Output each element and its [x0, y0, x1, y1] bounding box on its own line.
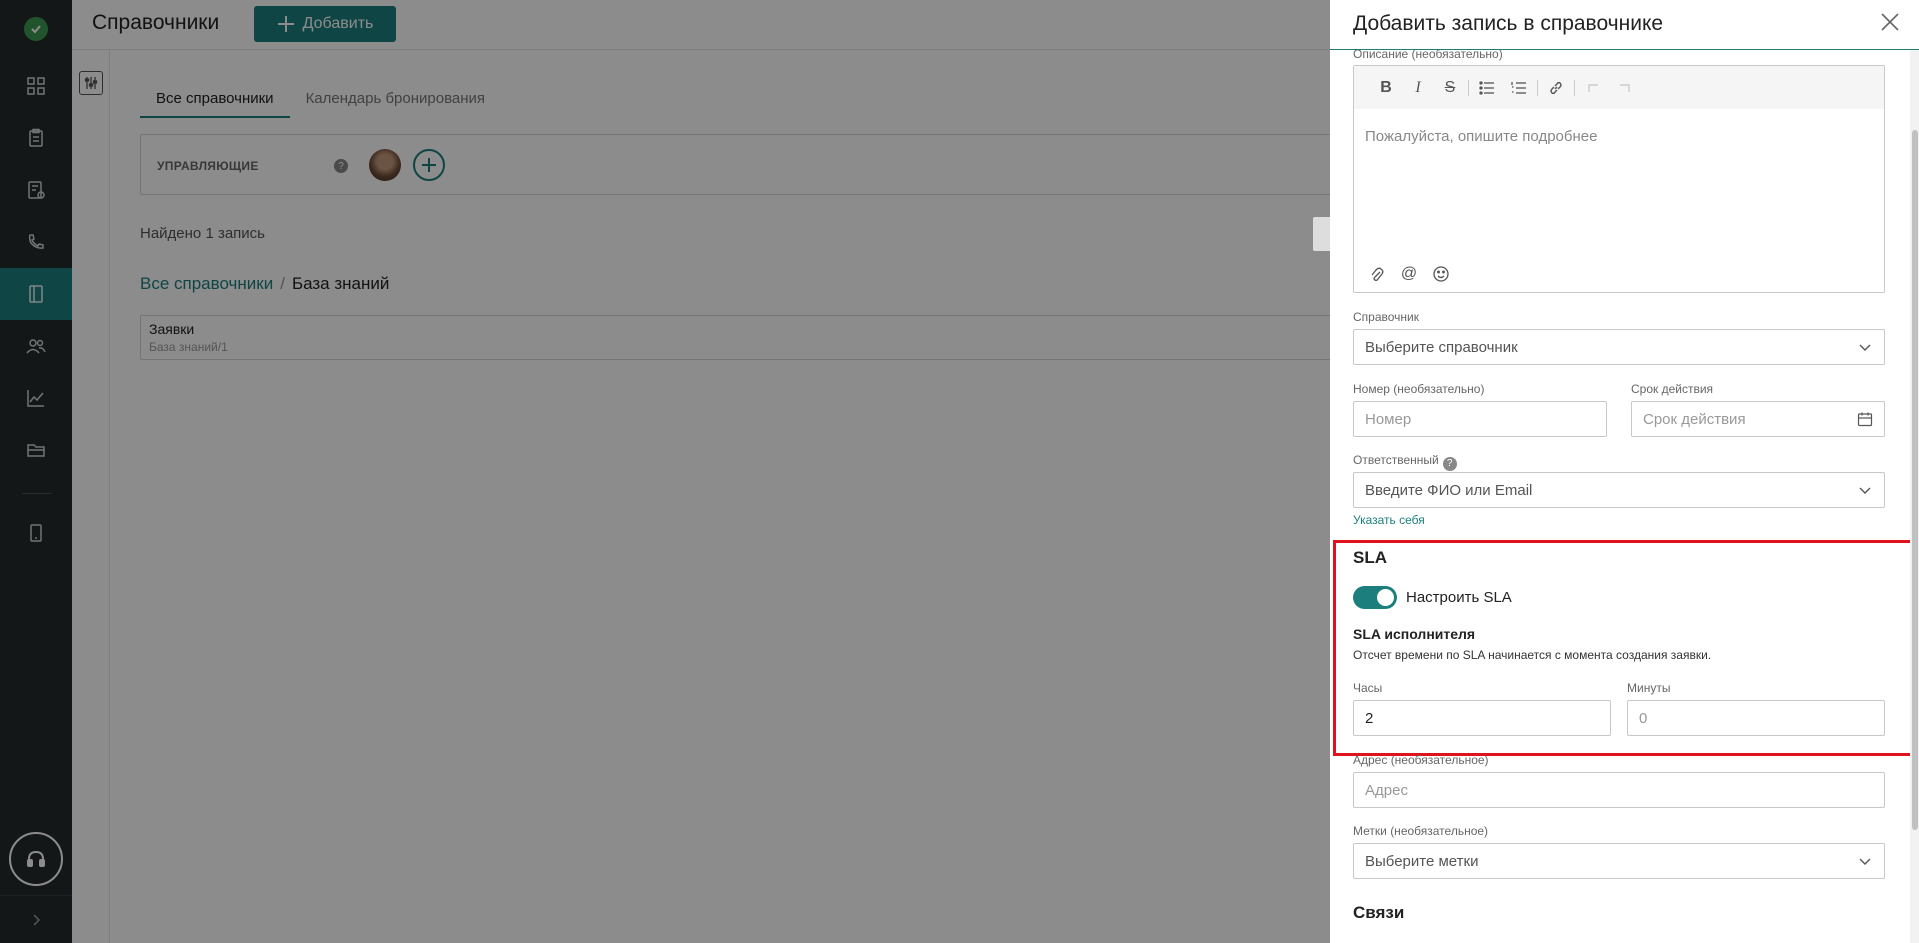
- sla-toggle-label: Настроить SLA: [1406, 589, 1512, 606]
- tags-placeholder: Выберите метки: [1365, 852, 1479, 870]
- links-heading: Связи: [1353, 903, 1405, 922]
- responsible-label-text: Ответственный: [1353, 453, 1439, 467]
- number-placeholder: Номер: [1365, 410, 1412, 428]
- chevron-down-icon: [1859, 487, 1871, 494]
- undo-icon[interactable]: [1577, 76, 1609, 100]
- toolbar-divider: [1574, 79, 1575, 96]
- directory-label: Справочник: [1353, 310, 1419, 324]
- validity-date-field[interactable]: Срок действия: [1631, 401, 1885, 437]
- hours-value: 2: [1365, 709, 1374, 727]
- attachment-icon[interactable]: [1366, 263, 1388, 285]
- close-icon[interactable]: [1878, 10, 1902, 34]
- directory-select[interactable]: Выберите справочник: [1353, 329, 1885, 365]
- responsible-select[interactable]: Введите ФИО или Email: [1353, 472, 1885, 508]
- sla-executor-title: SLA исполнителя: [1353, 626, 1476, 642]
- number-field[interactable]: Номер: [1353, 401, 1607, 437]
- description-placeholder: Пожалуйста, опишите подробнее: [1365, 128, 1598, 145]
- address-label: Адрес (необязательное): [1353, 753, 1489, 767]
- sla-title: SLA: [1353, 548, 1387, 567]
- help-icon[interactable]: ?: [1442, 456, 1457, 471]
- modal-backdrop[interactable]: [0, 0, 1330, 943]
- toolbar-divider: [1468, 79, 1469, 96]
- tags-select[interactable]: Выберите метки: [1353, 843, 1885, 879]
- bold-icon[interactable]: B: [1370, 76, 1402, 100]
- assign-self-link[interactable]: Указать себя: [1353, 513, 1425, 527]
- minutes-placeholder: 0: [1639, 709, 1648, 727]
- directory-select-value: Выберите справочник: [1365, 338, 1518, 356]
- link-icon[interactable]: [1540, 76, 1572, 100]
- add-record-drawer: Добавить запись в справочнике Описание (…: [1330, 0, 1919, 943]
- validity-label: Срок действия: [1631, 382, 1714, 396]
- italic-icon[interactable]: I: [1402, 76, 1434, 100]
- toolbar-divider: [1537, 79, 1538, 96]
- address-placeholder: Адрес: [1365, 781, 1408, 799]
- drawer-title: Добавить запись в справочнике: [1353, 12, 1664, 35]
- bulleted-list-icon[interactable]: [1471, 76, 1503, 100]
- drawer-scrollbar-thumb[interactable]: [1912, 130, 1918, 830]
- sla-toggle[interactable]: [1353, 586, 1397, 609]
- hours-field[interactable]: 2: [1353, 700, 1611, 736]
- minutes-label: Минуты: [1627, 681, 1671, 695]
- redo-icon[interactable]: [1609, 76, 1641, 100]
- strikethrough-icon[interactable]: S: [1434, 76, 1466, 100]
- emoji-icon[interactable]: [1430, 263, 1452, 285]
- calendar-icon[interactable]: [1857, 411, 1873, 427]
- sla-note: Отсчет времени по SLA начинается с момен…: [1353, 648, 1712, 662]
- toggle-knob: [1377, 589, 1394, 606]
- tags-label: Метки (необязательное): [1353, 824, 1489, 838]
- responsible-label: Ответственный?: [1353, 453, 1457, 471]
- chevron-down-icon: [1859, 858, 1871, 865]
- mention-icon[interactable]: @: [1398, 263, 1420, 285]
- editor-toolbar: B I S: [1354, 66, 1884, 109]
- hours-label: Часы: [1353, 681, 1383, 695]
- numbered-list-icon[interactable]: [1503, 76, 1535, 100]
- editor-footer: @: [1366, 263, 1452, 285]
- minutes-field[interactable]: 0: [1627, 700, 1885, 736]
- responsible-placeholder: Введите ФИО или Email: [1365, 481, 1533, 499]
- chevron-down-icon: [1859, 344, 1871, 351]
- validity-placeholder: Срок действия: [1643, 410, 1746, 428]
- description-editor[interactable]: B I S Пожалуйста, опишите подробнее @: [1353, 65, 1885, 293]
- number-label: Номер (необязательно): [1353, 382, 1485, 396]
- address-field[interactable]: Адрес: [1353, 772, 1885, 808]
- drawer-header: Добавить запись в справочнике: [1330, 0, 1919, 50]
